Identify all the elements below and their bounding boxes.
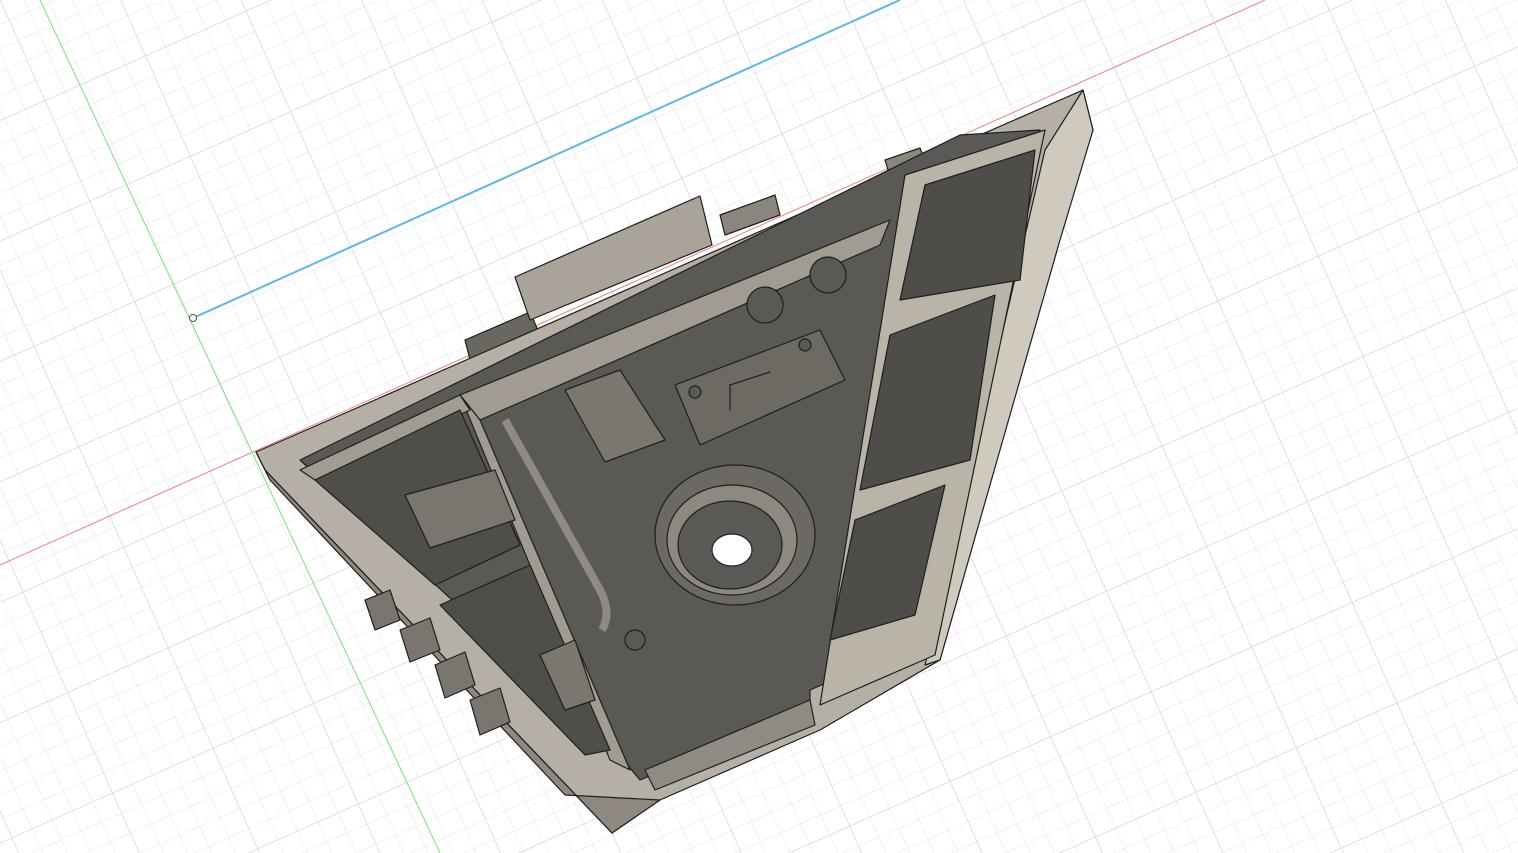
origin-point-icon[interactable] bbox=[189, 314, 197, 322]
3d-viewport[interactable] bbox=[0, 0, 1518, 853]
